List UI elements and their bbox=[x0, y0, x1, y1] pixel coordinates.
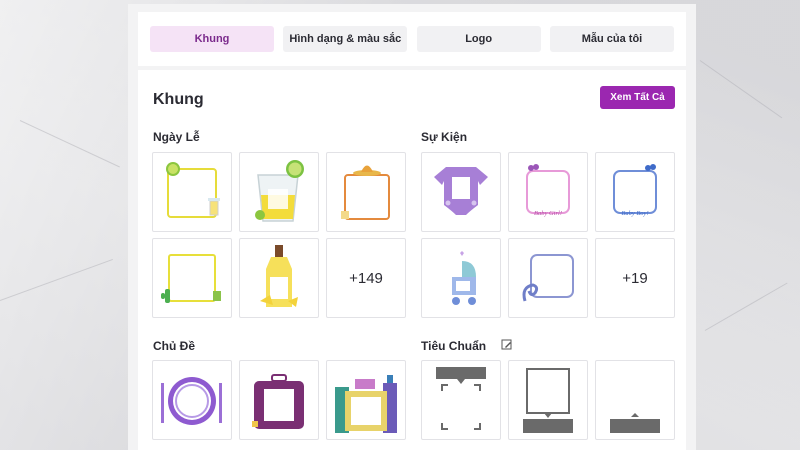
swirl-frame-icon bbox=[522, 254, 574, 302]
marble-vein bbox=[704, 282, 788, 331]
tab-my-templates[interactable]: Mẫu của tôi bbox=[549, 26, 674, 52]
frame-tile[interactable] bbox=[508, 238, 588, 318]
cactus-frame-icon bbox=[161, 254, 221, 303]
more-count: +19 bbox=[622, 269, 648, 287]
marble-vein bbox=[699, 60, 783, 119]
drink-glass-icon bbox=[255, 160, 304, 222]
marble-vein bbox=[0, 258, 113, 301]
frame-tile[interactable] bbox=[595, 360, 675, 440]
baby-girl-frame-icon: Baby Girl! bbox=[526, 164, 570, 217]
onesie-icon bbox=[434, 167, 488, 215]
frame-tile[interactable] bbox=[326, 360, 406, 440]
frame-tile[interactable] bbox=[152, 152, 232, 232]
stroller-icon bbox=[452, 251, 476, 305]
tab-bar: Khung Hình dạng & màu sắc Logo Mẫu của t… bbox=[138, 12, 686, 66]
section-title: Khung bbox=[153, 91, 204, 108]
frame-tile[interactable] bbox=[152, 238, 232, 318]
caption-top-frame-icon bbox=[436, 367, 486, 430]
tequila-bottle-icon bbox=[260, 245, 298, 307]
tab-frames[interactable]: Khung bbox=[150, 26, 274, 52]
baby-girl-text: Baby Girl! bbox=[534, 210, 562, 217]
frame-tile[interactable]: Baby Boy! bbox=[595, 152, 675, 232]
caption-bar-icon bbox=[610, 413, 660, 433]
frame-tile[interactable] bbox=[421, 360, 501, 440]
see-all-button[interactable]: Xem Tất Cả bbox=[600, 86, 675, 109]
frame-tile[interactable] bbox=[421, 152, 501, 232]
frames-content: Khung Xem Tất Cả Ngày Lễ +149 Sự Kiện Ba… bbox=[138, 70, 686, 450]
group-title-themes: Chủ Đề bbox=[153, 339, 195, 353]
frame-tile[interactable]: Baby Girl! bbox=[508, 152, 588, 232]
group-title-holidays: Ngày Lễ bbox=[153, 130, 200, 144]
group-title-events: Sự Kiện bbox=[421, 130, 468, 144]
frame-tile[interactable] bbox=[152, 360, 232, 440]
baby-boy-text: Baby Boy! bbox=[621, 210, 648, 217]
plate-icon bbox=[161, 377, 222, 425]
suitcase-icon bbox=[252, 374, 304, 429]
lime-frame-icon bbox=[166, 162, 220, 218]
sombrero-frame-icon bbox=[341, 165, 390, 220]
frame-tile[interactable] bbox=[326, 152, 406, 232]
tab-logo[interactable]: Logo bbox=[416, 26, 541, 52]
edit-icon bbox=[501, 339, 512, 350]
marble-vein bbox=[19, 120, 120, 168]
more-count: +149 bbox=[349, 269, 383, 287]
frame-tile[interactable] bbox=[239, 152, 319, 232]
more-events-tile[interactable]: +19 bbox=[595, 238, 675, 318]
group-title-standard: Tiêu Chuẩn bbox=[421, 339, 487, 353]
bottles-frame-icon bbox=[335, 375, 397, 433]
caption-bottom-frame-icon bbox=[523, 368, 573, 433]
tab-shapes-colors[interactable]: Hình dạng & màu sắc bbox=[283, 26, 408, 52]
baby-boy-frame-icon: Baby Boy! bbox=[613, 164, 657, 217]
frames-panel: Khung Hình dạng & màu sắc Logo Mẫu của t… bbox=[128, 4, 696, 450]
frame-tile[interactable] bbox=[421, 238, 501, 318]
more-holidays-tile[interactable]: +149 bbox=[326, 238, 406, 318]
frame-tile[interactable] bbox=[508, 360, 588, 440]
frame-tile[interactable] bbox=[239, 238, 319, 318]
frame-tile[interactable] bbox=[239, 360, 319, 440]
